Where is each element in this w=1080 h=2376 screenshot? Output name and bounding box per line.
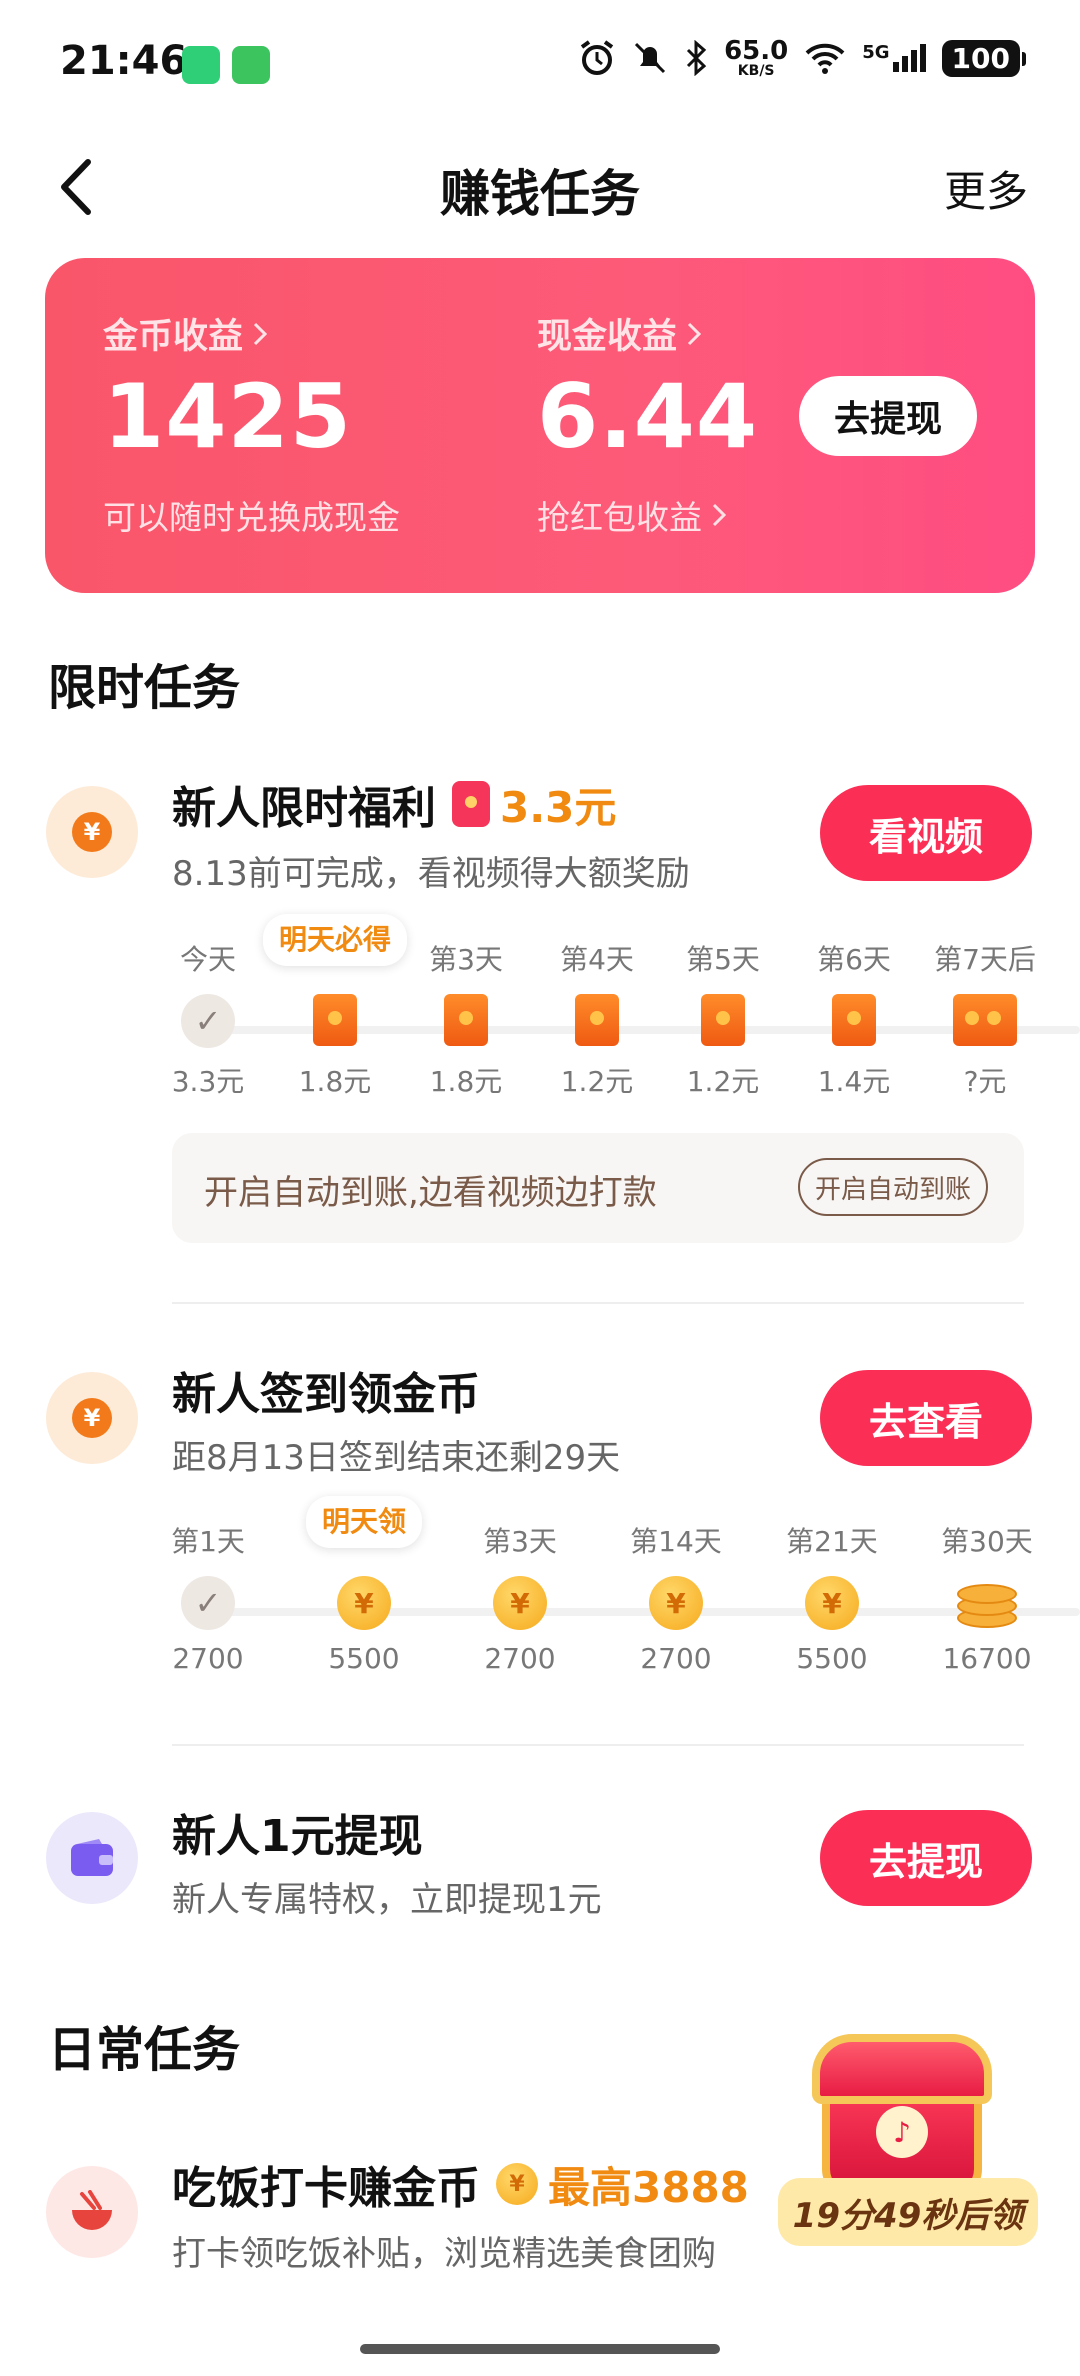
yuan-coin-icon: ¥ [72, 812, 112, 852]
chevron-right-icon [687, 322, 702, 345]
alarm-icon [580, 40, 614, 75]
timeline-day: 第21天 ¥ 5500 [786, 1525, 878, 1675]
timeline-day: 今天 ✓ 3.3元 [171, 943, 245, 1098]
task-desc: 距8月13日签到结束还剩29天 [172, 1438, 621, 1478]
status-indicators: 65.0 KB/S 5G 100 [578, 36, 1027, 79]
coin-earnings-sub: 可以随时兑换成现金 [103, 498, 400, 537]
task-icon [46, 2166, 138, 2258]
timeline-day: 第3天 ¥ 2700 [483, 1525, 557, 1675]
home-indicator[interactable] [360, 2344, 720, 2354]
task-icon [46, 1812, 138, 1904]
coin-stack-icon [957, 1576, 1017, 1630]
red-packet-icon [575, 994, 619, 1046]
enable-auto-payout-button[interactable]: 开启自动到账 [798, 1158, 988, 1216]
task-icon: ¥ [46, 786, 138, 878]
red-packet-icon [701, 994, 745, 1046]
wifi-icon [805, 43, 845, 74]
more-button[interactable]: 更多 [944, 158, 1028, 219]
red-packet-icon [444, 994, 488, 1046]
red-packet-icon [452, 781, 490, 827]
status-time: 21:46 [60, 38, 188, 84]
status-bar: 21:46 65.0 KB/S 5G 100 [0, 0, 1080, 120]
section-title-limited: 限时任务 [48, 660, 241, 716]
signal-icon: 5G [862, 44, 926, 72]
red-packet-icon [313, 994, 357, 1046]
timeline-day: 第5天 1.2元 [686, 943, 760, 1098]
tomorrow-tag: 明天必得 [262, 914, 408, 966]
network-speed: 65.0 KB/S [724, 36, 789, 79]
timeline-day: 明天必得 1.8元 [262, 914, 408, 1100]
nav-bar: 赚钱任务 更多 [0, 130, 1080, 240]
chevron-right-icon [253, 322, 268, 345]
withdraw-one-yuan-button[interactable]: 去提现 [820, 1810, 1032, 1906]
earnings-card: 金币收益 1425 可以随时兑换成现金 现金收益 6.44 抢红包收益 去提现 [45, 258, 1035, 593]
task-desc: 8.13前可完成，看视频得大额奖励 [172, 854, 690, 894]
timeline-day: 第14天 ¥ 2700 [630, 1525, 722, 1675]
check-icon: ✓ [181, 1576, 235, 1630]
auto-payout-text: 开启自动到账,边看视频边打款 [204, 1173, 657, 1213]
app-notification-icon [182, 46, 220, 84]
timeline-day: 明天领 ¥ 5500 [299, 1496, 429, 1675]
divider [172, 1744, 1024, 1746]
task-title: 新人1元提现 [172, 1811, 423, 1862]
gold-coin-icon: ¥ [805, 1576, 859, 1630]
gold-coin-icon: ¥ [649, 1576, 703, 1630]
watch-video-button[interactable]: 看视频 [820, 785, 1032, 881]
timeline-day: 第3天 1.8元 [429, 943, 503, 1098]
double-red-packet-icon [953, 994, 1017, 1046]
task-desc: 打卡领吃饭补贴，浏览精选美食团购 [172, 2234, 716, 2274]
music-note-icon: ♪ [876, 2106, 928, 2158]
yuan-coin-icon: ¥ [72, 1398, 112, 1438]
chest-countdown[interactable]: 19分49秒后领 [778, 2178, 1038, 2246]
coin-earnings[interactable]: 金币收益 1425 可以随时兑换成现金 [103, 308, 400, 539]
task-title: 新人限时福利 3.3元 [172, 772, 616, 836]
rice-bowl-icon [72, 2190, 112, 2230]
task-desc: 新人专属特权，立即提现1元 [172, 1880, 602, 1920]
timeline-day: 第6天 1.4元 [817, 943, 891, 1098]
wallet-icon [71, 1839, 113, 1876]
divider [172, 1302, 1024, 1304]
gold-coin-icon: ¥ [493, 1576, 547, 1630]
chevron-right-icon [712, 503, 727, 527]
bluetooth-icon [687, 40, 707, 76]
gold-coin-icon: ¥ [496, 2163, 538, 2205]
page-title: 赚钱任务 [440, 165, 640, 223]
coin-earnings-label: 金币收益 [103, 317, 244, 357]
timeline-day: 第4天 1.2元 [560, 943, 634, 1098]
cash-earnings-label: 现金收益 [537, 317, 678, 357]
task-icon: ¥ [46, 1372, 138, 1464]
section-title-daily: 日常任务 [48, 2022, 241, 2078]
red-packet-earnings-link[interactable]: 抢红包收益 [537, 491, 758, 539]
view-checkin-button[interactable]: 去查看 [820, 1370, 1032, 1466]
tomorrow-tag: 明天领 [305, 1496, 423, 1548]
timeline-day: 第7天后 ?元 [934, 943, 1036, 1098]
battery-indicator: 100 [941, 39, 1027, 77]
coin-earnings-value: 1425 [103, 365, 352, 468]
mute-icon [635, 42, 666, 74]
task-title: 吃饭打卡赚金币 ¥ 最高3888 [172, 2152, 749, 2216]
auto-payout-banner: 开启自动到账,边看视频边打款 开启自动到账 [172, 1133, 1024, 1243]
message-notification-icon [232, 46, 270, 84]
task-title: 新人签到领金币 [172, 1369, 480, 1420]
withdraw-button[interactable]: 去提现 [799, 376, 977, 456]
red-packet-icon [832, 994, 876, 1046]
check-icon: ✓ [181, 994, 235, 1048]
cash-earnings[interactable]: 现金收益 6.44 抢红包收益 [537, 308, 758, 539]
cash-earnings-value: 6.44 [537, 365, 759, 468]
timeline-day: 第30天 16700 [941, 1525, 1033, 1675]
timeline-day: 第1天 ✓ 2700 [171, 1525, 245, 1675]
gold-coin-icon: ¥ [337, 1576, 391, 1630]
reward-tag: ¥ 最高3888 [496, 2154, 749, 2215]
reward-tag: 3.3元 [452, 774, 616, 835]
